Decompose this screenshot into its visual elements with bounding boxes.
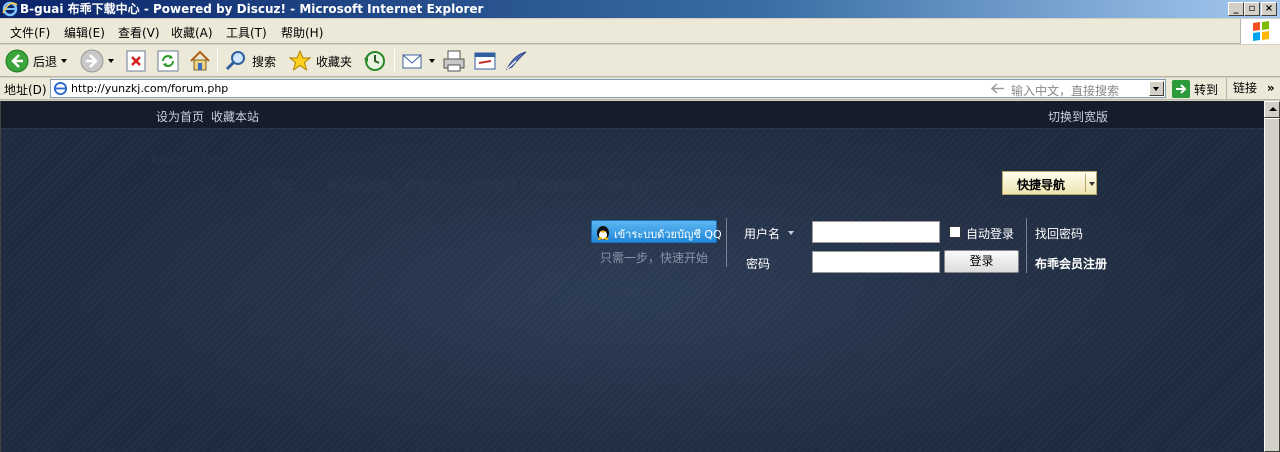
login-divider-right [1026, 218, 1027, 273]
nav-forum[interactable]: 论坛 [271, 177, 295, 194]
messenger-icon [505, 51, 527, 70]
bookmark-link[interactable]: 收藏本站 [211, 108, 259, 125]
search-arrow-icon [991, 83, 1004, 94]
go-button[interactable]: 转到 [1172, 80, 1218, 98]
address-dropdown-button[interactable] [1149, 81, 1164, 96]
password-input[interactable] [812, 251, 940, 273]
forward-arrow-icon [80, 49, 104, 73]
minimize-button[interactable]: _ [1228, 2, 1244, 16]
chevron-up-icon [1269, 107, 1277, 111]
menu-edit[interactable]: 编辑(E) [64, 24, 105, 41]
quick-nav-button[interactable]: 快捷导航 [1002, 171, 1097, 195]
nav-center[interactable]: 布乖中心 [405, 177, 453, 194]
address-input[interactable]: http://yunzkj.com/forum.php 输入中文，直接搜索 [50, 79, 1166, 98]
search-icon [225, 51, 245, 71]
window-title-bar: B-guai 布乖下载中心 - Powered by Discuz! - Mic… [0, 0, 1280, 18]
login-button[interactable]: 登录 [944, 250, 1019, 273]
favorites-button[interactable]: 收藏夹 [288, 48, 352, 74]
scroll-up-button[interactable] [1264, 101, 1280, 118]
refresh-icon [157, 50, 179, 72]
qq-penguin-icon [597, 226, 609, 240]
menu-help[interactable]: 帮助(H) [281, 24, 323, 41]
forward-button[interactable] [80, 48, 114, 74]
set-home-link[interactable]: 设为首页 [156, 108, 204, 125]
back-dropdown-icon[interactable] [61, 59, 68, 63]
messenger-button[interactable] [504, 48, 528, 74]
mail-icon [402, 54, 422, 69]
nav-groups[interactable]: 布乖群组 [470, 177, 518, 194]
edit-button[interactable] [473, 48, 497, 74]
chevron-down-icon[interactable] [788, 231, 794, 235]
back-label: 后退 [33, 54, 58, 69]
search-button[interactable]: 搜索 [224, 48, 276, 74]
switch-wide-link[interactable]: 切换到宽版 [1048, 108, 1108, 125]
quick-nav-divider [1085, 174, 1086, 192]
username-input[interactable] [812, 221, 940, 243]
toolbar-separator [217, 49, 218, 73]
mail-button[interactable] [401, 48, 435, 74]
qq-login-subtitle: 只需一步，快速开始 [600, 251, 709, 265]
search-label: 搜索 [252, 54, 277, 69]
edit-page-icon [474, 52, 496, 70]
register-link[interactable]: 布乖会员注册 [1035, 255, 1107, 272]
menu-tools[interactable]: 工具(T) [226, 24, 267, 41]
quick-nav-label: 快捷导航 [1017, 178, 1066, 192]
forgot-password-link[interactable]: 找回密码 [1035, 225, 1083, 242]
menu-favorites[interactable]: 收藏(A) [171, 24, 213, 41]
go-label: 转到 [1194, 82, 1219, 97]
auto-login-label[interactable]: 自动登录 [966, 225, 1014, 242]
stop-button[interactable] [126, 48, 146, 74]
password-label: 密码 [746, 257, 771, 271]
back-button[interactable]: 后退 [5, 48, 68, 74]
toolbar-separator [394, 49, 395, 73]
history-button[interactable] [362, 48, 386, 74]
back-arrow-icon [5, 49, 29, 73]
toolbar: 后退 搜索 收藏夹 [0, 45, 1280, 77]
star-icon [288, 49, 312, 72]
ie-logo-icon [2, 1, 18, 17]
go-arrow-icon [1172, 80, 1190, 98]
address-label: 地址(D) [4, 83, 47, 97]
forward-dropdown-icon[interactable] [108, 59, 114, 63]
scroll-thumb[interactable] [1264, 118, 1280, 452]
home-icon [190, 50, 210, 71]
menu-view[interactable]: 查看(V) [118, 24, 160, 41]
menu-bar: 文件(F) 编辑(E) 查看(V) 收藏(A) 工具(T) 帮助(H) [0, 19, 1280, 44]
stop-icon [126, 50, 146, 72]
refresh-button[interactable] [157, 48, 179, 74]
close-button[interactable]: × [1261, 2, 1277, 16]
auto-login-checkbox[interactable] [949, 226, 961, 238]
favorites-label: 收藏夹 [316, 54, 353, 69]
address-url: http://yunzkj.com/forum.php [71, 82, 229, 95]
chevron-right-icon: » [1266, 81, 1275, 95]
nav-home[interactable]: B-guai首页 [328, 177, 390, 194]
windows-logo-icon [1240, 19, 1280, 44]
nav-space[interactable]: 布乖家园 [536, 177, 584, 194]
links-button[interactable]: 链接 » [1226, 78, 1275, 100]
page-icon [53, 81, 68, 96]
links-label: 链接 [1233, 81, 1258, 95]
username-label[interactable]: 用户名 [744, 225, 780, 242]
window-title: B-guai 布乖下载中心 - Powered by Discuz! - Mic… [20, 2, 484, 16]
home-button[interactable] [188, 48, 212, 74]
qq-login-label: เข้าระบบด้วยบัญชี QQ [614, 228, 722, 241]
qq-login-button[interactable]: เข้าระบบด้วยบัญชี QQ [591, 220, 722, 243]
mail-dropdown-icon[interactable] [429, 59, 435, 63]
chevron-down-icon [1153, 87, 1159, 91]
nav-ranking[interactable]: 布乖排行榜 [602, 177, 662, 194]
printer-icon [443, 50, 465, 72]
login-divider [726, 218, 727, 267]
vertical-scrollbar[interactable] [1264, 101, 1280, 452]
print-button[interactable] [442, 48, 466, 74]
site-top-nav: 设为首页 收藏本站 切换到宽版 [1, 101, 1264, 129]
address-bar: 地址(D) http://yunzkj.com/forum.php 输入中文，直… [0, 78, 1280, 100]
chevron-down-icon [1089, 182, 1095, 186]
page-content: 设为首页 收藏本站 切换到宽版 BOARDLOGO 论坛 B-guai首页 布乖… [0, 101, 1264, 452]
history-icon [364, 51, 385, 71]
maximize-button[interactable]: ▫ [1244, 2, 1260, 16]
menu-file[interactable]: 文件(F) [10, 24, 50, 41]
site-logo[interactable]: BOARDLOGO [151, 153, 231, 166]
address-search-hint: 输入中文，直接搜索 [1011, 84, 1120, 98]
